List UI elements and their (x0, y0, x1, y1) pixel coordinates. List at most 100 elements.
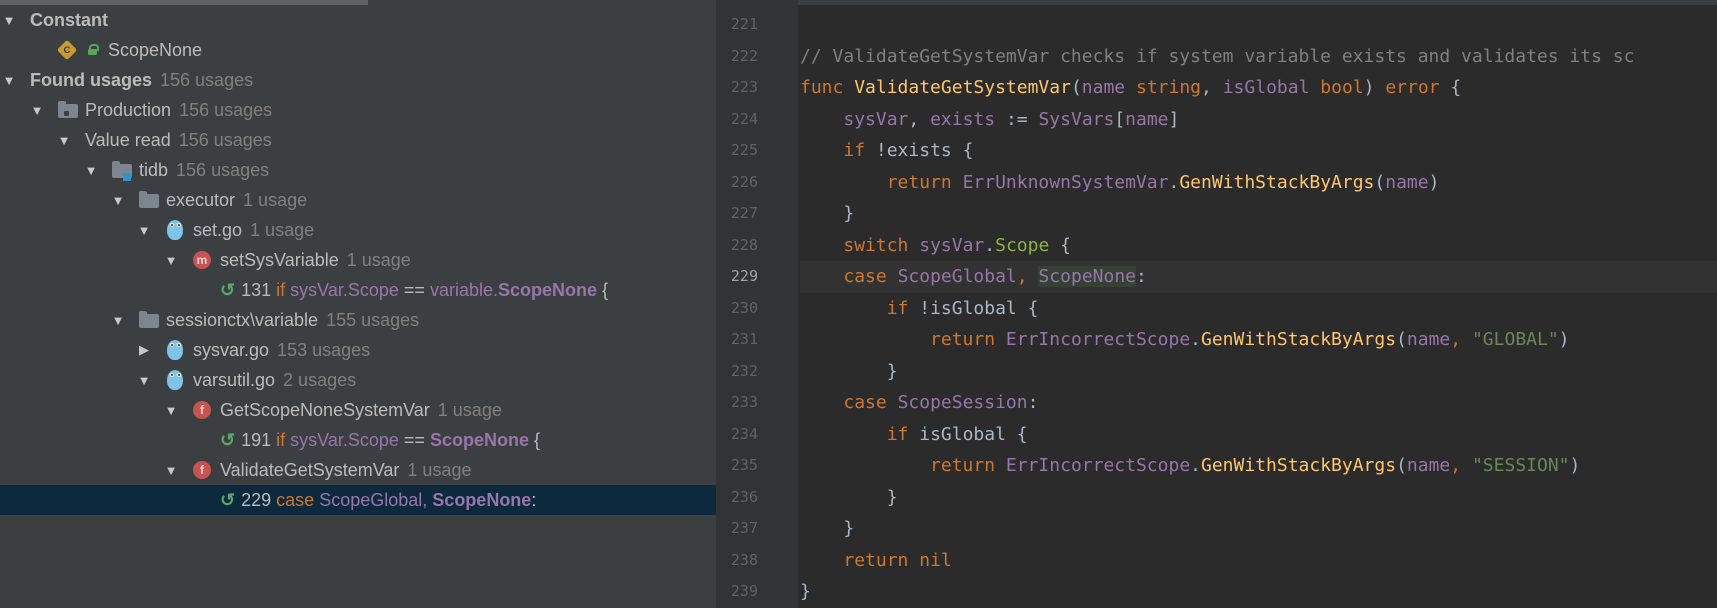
expand-right-icon[interactable]: ▶ (137, 335, 151, 365)
folder-icon (139, 311, 159, 328)
code-line-228[interactable]: switch sysVar.Scope { (800, 230, 1717, 262)
line-number: 233 (730, 393, 758, 411)
usage-count: 156 usages (178, 130, 272, 150)
node-label: Found usages 156 usages (30, 70, 254, 90)
code-line-234[interactable]: if isGlobal { (800, 419, 1717, 451)
expand-down-icon[interactable]: ▼ (164, 395, 178, 425)
expand-down-icon[interactable]: ▼ (164, 455, 178, 485)
node-label: Production 156 usages (85, 100, 273, 120)
code-line-227[interactable]: } (800, 198, 1717, 230)
node-label: ScopeNone (108, 40, 203, 60)
line-number: 234 (730, 424, 758, 443)
line-number-gutter: 221 222 223 224 225 226 227 228 229 230 … (716, 0, 798, 608)
folder-icon (139, 191, 159, 208)
usage-count: 1 usage (243, 190, 308, 210)
tree-node-value-read[interactable]: ▼ Value read 156 usages (0, 125, 716, 155)
tree-node-setsysvariable[interactable]: ▼ m setSysVariable 1 usage (0, 245, 716, 275)
tree-node-constant[interactable]: ▼ Constant (0, 5, 716, 35)
usage-count: 1 usage (250, 220, 315, 240)
code-line-239[interactable]: } (800, 576, 1717, 608)
line-number: 231 (730, 330, 758, 348)
code-line-231[interactable]: return ErrIncorrectScope.GenWithStackByA… (800, 324, 1717, 356)
usage-count: 156 usages (176, 160, 270, 180)
tree-node-varsutil-go[interactable]: ▼ varsutil.go 2 usages (0, 365, 716, 395)
code-line-233[interactable]: case ScopeSession: (800, 387, 1717, 419)
line-number: 232 (730, 361, 758, 380)
usage-line-229[interactable]: ↺ 229 case ScopeGlobal, ScopeNone: (0, 485, 716, 515)
tree-node-validategetsystemvar[interactable]: ▼ f ValidateGetSystemVar 1 usage (0, 455, 716, 485)
tree-node-found-usages[interactable]: ▼ Found usages 156 usages (0, 65, 716, 95)
tree-node-sessionctx-variable[interactable]: ▼ sessionctx\variable 155 usages (0, 305, 716, 335)
line-number: 239 (730, 582, 758, 600)
usage-count: 1 usage (437, 400, 502, 420)
editor-top-border (716, 0, 1717, 5)
expand-down-icon[interactable]: ▼ (111, 185, 125, 215)
usage-count: 156 usages (179, 100, 273, 120)
node-label: sysvar.go 153 usages (193, 340, 371, 360)
tree-node-getscopenonesystemvar[interactable]: ▼ f GetScopeNoneSystemVar 1 usage (0, 395, 716, 425)
line-number-current: 229 (730, 267, 758, 285)
node-label: Constant (30, 10, 108, 30)
line-number: 223 (730, 78, 758, 96)
expand-down-icon[interactable]: ▼ (137, 215, 151, 245)
expand-down-icon[interactable]: ▼ (164, 245, 178, 275)
code-line-221[interactable] (800, 9, 1717, 41)
tree-node-tidb[interactable]: ▼ tidb 156 usages (0, 155, 716, 185)
tree-node-production[interactable]: ▼ Production 156 usages (0, 95, 716, 125)
line-number: 221 (730, 15, 758, 33)
tree-node-sysvar-go[interactable]: ▶ sysvar.go 153 usages (0, 335, 716, 365)
code-line-230[interactable]: if !isGlobal { (800, 293, 1717, 325)
expand-down-icon[interactable]: ▼ (137, 365, 151, 395)
expand-down-icon[interactable]: ▼ (57, 125, 71, 155)
node-label: ValidateGetSystemVar 1 usage (220, 460, 472, 480)
read-access-icon: ↺ (220, 430, 236, 450)
expand-down-icon[interactable]: ▼ (2, 65, 16, 95)
line-number: 235 (730, 456, 758, 474)
expand-down-icon[interactable]: ▼ (30, 95, 44, 125)
node-label: GetScopeNoneSystemVar 1 usage (220, 400, 502, 420)
usage-line-191[interactable]: ↺ 191 if sysVar.Scope == ScopeNone { (0, 425, 716, 455)
line-number: 227 (730, 204, 758, 222)
function-icon: f (193, 461, 211, 479)
code-line-224[interactable]: sysVar, exists := SysVars[name] (800, 104, 1717, 136)
node-label: tidb 156 usages (139, 160, 270, 180)
function-icon: f (193, 401, 211, 419)
code-line-229-current[interactable]: case ScopeGlobal, ScopeNone: (800, 261, 1717, 293)
usage-count: 1 usage (346, 250, 411, 270)
read-access-icon: ↺ (220, 490, 236, 510)
code-line-226[interactable]: return ErrUnknownSystemVar.GenWithStackB… (800, 167, 1717, 199)
code-line-225[interactable]: if !exists { (800, 135, 1717, 167)
go-file-icon (167, 220, 183, 240)
tree-node-scopenone[interactable]: C ScopeNone (0, 35, 716, 65)
code-line-223[interactable]: func ValidateGetSystemVar(name string, i… (800, 72, 1717, 104)
constant-icon: C (56, 39, 78, 61)
tree-node-set-go[interactable]: ▼ set.go 1 usage (0, 215, 716, 245)
line-number: 222 (730, 46, 758, 65)
node-label: sessionctx\variable 155 usages (166, 310, 420, 330)
line-number: 226 (730, 172, 758, 191)
find-usages-panel: ▼ Constant C ScopeNone ▼ Found usages 156… (0, 0, 716, 608)
expand-down-icon[interactable]: ▼ (111, 305, 125, 335)
expand-down-icon[interactable]: ▼ (2, 5, 16, 35)
code-line-235[interactable]: return ErrIncorrectScope.GenWithStackByA… (800, 450, 1717, 482)
usage-count: 1 usage (407, 460, 472, 480)
tree-node-executor[interactable]: ▼ executor 1 usage (0, 185, 716, 215)
node-label: setSysVariable 1 usage (220, 250, 411, 270)
code-line-236[interactable]: } (800, 482, 1717, 514)
usage-count: 156 usages (160, 70, 254, 90)
code-line-232[interactable]: } (800, 356, 1717, 388)
expand-down-icon[interactable]: ▼ (84, 155, 98, 185)
usage-line-131[interactable]: ↺ 131 if sysVar.Scope == variable.ScopeNo… (0, 275, 716, 305)
code-line-238[interactable]: return nil (800, 545, 1717, 577)
code-line-222[interactable]: // ValidateGetSystemVar checks if system… (800, 41, 1717, 73)
code-line-237[interactable]: } (800, 513, 1717, 545)
usage-count: 2 usages (283, 370, 357, 390)
node-label: varsutil.go 2 usages (193, 370, 357, 390)
node-label: Value read 156 usages (85, 130, 272, 150)
line-number: 230 (730, 298, 758, 317)
line-number: 225 (730, 141, 758, 159)
code-editor[interactable]: 221 222 223 224 225 226 227 228 229 230 … (716, 0, 1717, 608)
go-file-icon (167, 340, 183, 360)
comment: // ValidateGetSystemVar checks if system… (800, 45, 1635, 67)
usage-preview: ↺ 131 if sysVar.Scope == variable.ScopeNo… (220, 280, 609, 300)
